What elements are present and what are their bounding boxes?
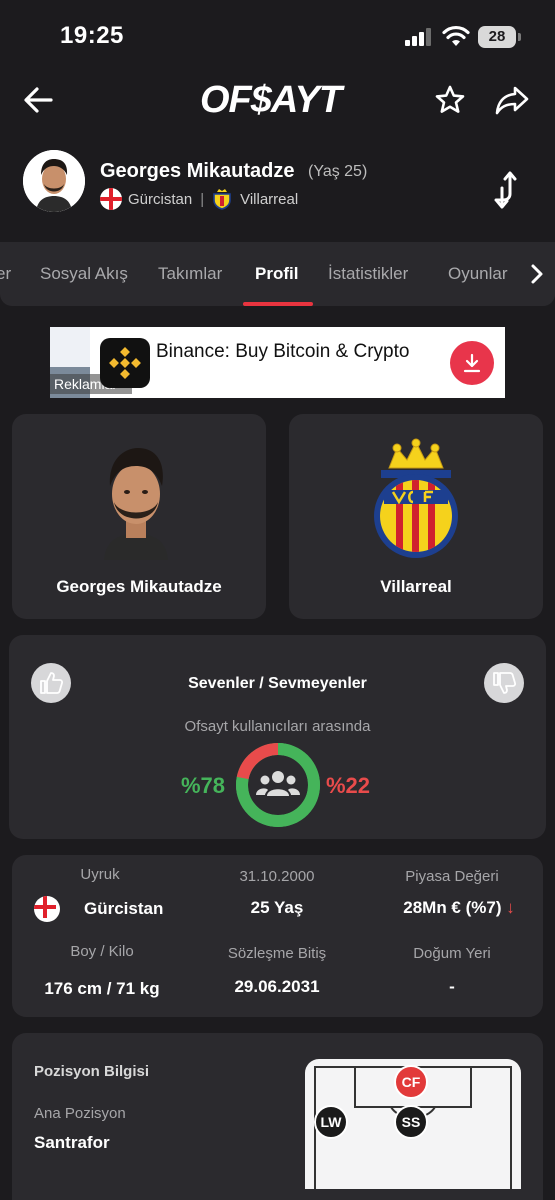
birthplace-label: Doğum Yeri [413,945,491,962]
georgia-flag-icon [34,896,60,922]
status-time: 19:25 [60,22,124,49]
binance-logo-icon [100,338,150,388]
villarreal-crest-icon [213,189,231,210]
likes-card: Sevenler / Sevmeyenler Ofsayt kullanıcıl… [9,635,546,839]
tab-istatistikler[interactable]: İstatistikler [328,264,408,284]
trend-down-icon: ↓ [506,898,515,917]
player-meta: Gürcistan | Villarreal [100,188,298,210]
ad-download-button[interactable] [450,341,494,385]
star-icon [435,85,465,113]
back-button[interactable] [18,80,58,120]
position-title: Pozisyon Bilgisi [34,1063,150,1080]
tab-bar: er Sosyal Akış Takımlar Profil İstatisti… [0,242,555,306]
likes-donut-chart [236,743,320,827]
likes-title: Sevenler / Sevmeyenler [188,675,367,692]
height-weight-value: 176 cm / 71 kg [44,979,160,998]
market-value-row: 28Mn € (%7) ↓ [374,898,544,918]
like-percentage: %78 [181,773,226,798]
pitch-position-ss: SS [394,1105,428,1139]
player-avatar [23,150,85,212]
app-logo: OF$AYT [200,79,342,121]
arrow-left-icon [24,87,53,113]
georgia-flag-icon [100,188,122,210]
contract-end-value: 29.06.2031 [234,977,320,996]
birthdate-label: 31.10.2000 [239,868,315,885]
tab-profil[interactable]: Profil [255,264,298,284]
player-country[interactable]: Gürcistan [128,191,192,208]
player-card-name: Georges Mikautadze [56,577,222,596]
share-icon [495,86,529,115]
share-button[interactable] [492,80,532,120]
player-photo [104,448,168,560]
birthplace-value: - [449,977,455,996]
status-bar: 19:25 28 [0,0,555,70]
player-header: Georges Mikautadze (Yaş 25) Gürcistan | … [0,150,555,220]
meta-separator: | [200,190,205,208]
age-value: 25 Yaş [250,898,304,917]
main-position-label: Ana Pozisyon [34,1105,126,1122]
tabs-next-button[interactable] [518,242,555,306]
nationality-row: Gürcistan [34,896,163,922]
ad-banner[interactable]: Reklamlar Binance: Buy Bitcoin & Crypto [50,327,505,398]
club-card-name: Villarreal [380,577,452,596]
pitch-position-lw: LW [314,1105,348,1139]
pitch-position-cf: CF [394,1065,428,1099]
tab-sosyal-akis[interactable]: Sosyal Akış [40,264,128,284]
wifi-icon [442,25,470,46]
player-name: Georges Mikautadze [100,160,295,182]
chevron-right-icon [531,264,542,284]
market-value-label: Piyasa Değeri [405,868,499,885]
tab-previous[interactable]: er [0,264,11,284]
info-card: Uyruk Gürcistan 31.10.2000 25 Yaş Piyasa… [12,855,543,1017]
height-weight-label: Boy / Kilo [70,943,134,960]
dislike-percentage: %22 [326,773,371,798]
app-header: OF$AYT [0,70,555,130]
nationality-label: Uyruk [80,866,120,883]
users-group-icon [256,771,300,796]
download-icon [463,353,481,373]
compare-button[interactable] [490,170,524,215]
ad-title: Binance: Buy Bitcoin & Crypto [156,341,410,362]
tab-oyunlar[interactable]: Oyunlar [448,264,508,284]
position-card: Pozisyon Bilgisi Ana Pozisyon Santrafor … [12,1033,543,1200]
player-age: (Yaş 25) [308,163,368,180]
tab-takimlar[interactable]: Takımlar [158,264,222,284]
battery-icon: 28 [478,26,516,48]
player-club[interactable]: Villarreal [240,191,298,208]
main-position-value: Santrafor [34,1133,110,1152]
player-card[interactable]: Georges Mikautadze [12,414,266,619]
villarreal-crest-icon [374,438,458,558]
swap-arrows-icon [494,171,517,209]
position-pitch: CF LW SS [305,1059,521,1189]
nationality-value: Gürcistan [84,899,164,918]
favorite-button[interactable] [430,80,470,120]
market-value: 28Mn € (%7) [403,898,502,917]
cellular-signal-icon [405,28,433,46]
contract-end-label: Sözleşme Bitiş [227,945,327,962]
active-tab-indicator [243,302,313,306]
likes-subtitle: Ofsayt kullanıcıları arasında [184,718,371,735]
club-card[interactable]: Villarreal [289,414,543,619]
